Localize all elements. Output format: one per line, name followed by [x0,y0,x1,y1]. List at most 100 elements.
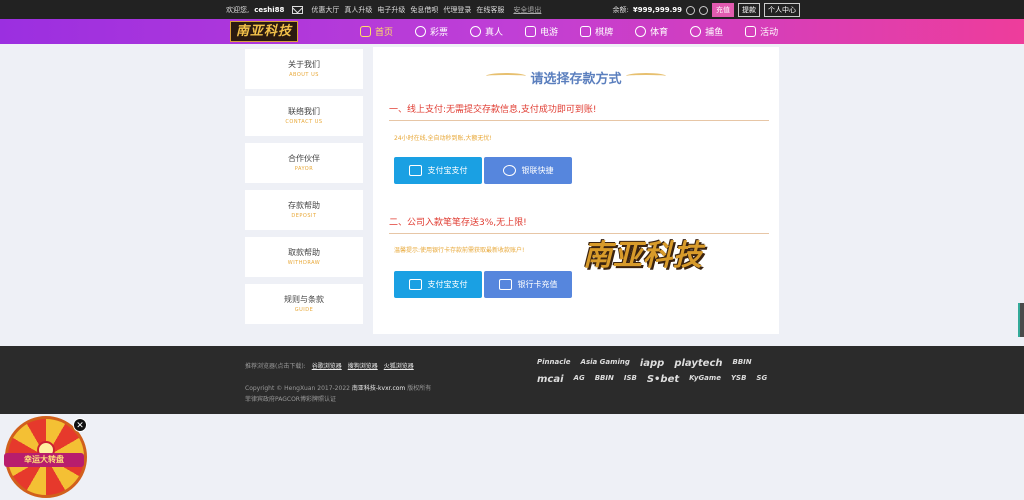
lucky-wheel-label[interactable]: 幸运大转盘 [4,453,84,467]
refresh-icon[interactable] [686,5,695,15]
nav-home[interactable]: 首页 [360,25,393,38]
unionpay-icon [502,165,516,176]
button-label: 银联快捷 [521,166,554,175]
gift-icon [745,26,757,37]
username: ceshi88 [254,6,285,14]
partner-logo: SG [756,374,768,382]
partner-logo: BBIN [732,358,752,366]
site-logo[interactable]: 南亚科技 [230,21,298,42]
sidebar-item-sublabel: GUIDE [294,307,314,313]
browser-link-sogou[interactable]: 搜狗浏览器 [348,361,378,370]
fish-icon [690,26,702,37]
nav-live[interactable]: 真人 [470,25,503,38]
partner-logo: BBIN [594,374,614,382]
close-icon[interactable]: ✕ [73,418,87,432]
partner-logo: S•bet [646,374,680,385]
topbar-link-agent-login[interactable]: 代理登录 [443,5,471,15]
topbar-link-promotions[interactable]: 优惠大厅 [311,5,339,15]
rights-text: 版权所有 [407,385,432,392]
withdraw-button[interactable]: 提款 [738,3,760,17]
main-nav: 南亚科技 首页 彩票 真人 电游 棋牌 体育 捕鱼 活动 [0,19,1024,44]
nav-label: 捕鱼 [705,28,724,38]
alipay-icon [408,279,422,290]
home-icon [360,26,371,37]
eye-icon[interactable] [699,5,708,15]
online-payment-tip: 24小时在线,全自动秒到账,大额无忧! [394,135,492,142]
nav-label: 体育 [650,28,669,38]
browser-link-firefox[interactable]: 火狐浏览器 [384,361,414,370]
sidebar-item-label: 存款帮助 [288,201,320,210]
alipay-button[interactable]: 支付宝支付 [394,157,482,184]
logout-link[interactable]: 安全退出 [513,5,541,15]
page-title: 请选择存款方式 [530,72,622,87]
sidebar-item-sublabel: CONTACT US [285,119,323,125]
nav-fishing[interactable]: 捕鱼 [690,25,723,38]
gamepad-icon [525,26,537,37]
lottery-icon [415,26,427,37]
sidebar-item-withdraw-help[interactable]: 取款帮助 WITHDRAW [245,237,363,277]
nav-promotions[interactable]: 活动 [745,25,778,38]
bank-card-icon [498,279,512,290]
sidebar-item-label: 取款帮助 [288,248,320,257]
partner-logo: iapp [639,358,665,369]
cards-icon [580,26,592,37]
sidebar-item-deposit-help[interactable]: 存款帮助 DEPOSIT [245,190,363,230]
partner-logo: ISB [623,374,637,382]
partner-logo: mcai [537,374,564,385]
sidebar-item-label: 联络我们 [288,107,320,116]
nav-sports[interactable]: 体育 [635,25,668,38]
sidebar-item-rules[interactable]: 规则与条款 GUIDE [245,284,363,324]
topbar-link-support[interactable]: 在线客服 [476,5,504,15]
alipay-company-button[interactable]: 支付宝支付 [394,271,482,298]
section-company-deposit: 二、公司入款笔笔存送3%,无上限! [389,215,769,234]
button-label: 支付宝支付 [427,166,468,175]
help-sidebar: 关于我们 ABOUT US 联络我们 CONTACT US 合作伙伴 PAYOR 存款… [245,49,363,331]
nav-label: 电游 [540,28,559,38]
partner-logo: playtech [674,358,723,369]
nav-slots[interactable]: 电游 [525,25,558,38]
profile-button[interactable]: 个人中心 [764,3,800,17]
sidebar-item-partners[interactable]: 合作伙伴 PAYOR [245,143,363,183]
partner-logo: KyGame [689,374,721,382]
topbar-link-live-upgrade[interactable]: 真人升级 [344,5,372,15]
button-label: 支付宝支付 [427,280,468,289]
partner-logos: Pinnacle Asia Gaming iapp playtech BBIN … [537,358,777,385]
top-bar: 欢迎您, ceshi88 优惠大厅 真人升级 电子升级 免息借呗 代理登录 在线… [0,0,1024,19]
company-deposit-tip: 温馨提示:使用银行卡存款前需获取最新收款账户! [394,247,525,254]
nav-label: 彩票 [430,28,449,38]
title-ornament-right [626,73,666,79]
bank-card-button[interactable]: 银行卡充值 [484,271,572,298]
copyright-link[interactable]: 南亚科技-kvxr.com [352,385,405,392]
nav-lottery[interactable]: 彩票 [415,25,448,38]
sidebar-item-sublabel: DEPOSIT [291,213,317,219]
nav-label: 棋牌 [595,28,614,38]
watermark-logo: 南亚科技 [582,238,703,272]
browser-link-chrome[interactable]: 谷歌浏览器 [312,361,342,370]
sidebar-item-sublabel: PAYOR [294,166,314,172]
topbar-link-loan[interactable]: 免息借呗 [410,5,438,15]
partner-logo: Pinnacle [537,358,571,366]
partner-logo: YSB [730,374,747,382]
sidebar-item-sublabel: WITHDRAW [287,260,321,266]
balance-value: ¥999,999.99 [632,6,682,14]
nav-cards[interactable]: 棋牌 [580,25,613,38]
deposit-panel: 请选择存款方式 一、线上支付:无需提交存款信息,支付成功即可到账! 24小时在线… [373,47,779,334]
sidebar-item-contact[interactable]: 联络我们 CONTACT US [245,96,363,136]
balance-label: 余额: [612,6,629,14]
topbar-link-slot-upgrade[interactable]: 电子升级 [377,5,405,15]
unionpay-quick-button[interactable]: 银联快捷 [484,157,572,184]
greeting-text: 欢迎您, [226,6,250,14]
sidebar-item-sublabel: ABOUT US [289,72,319,78]
nav-label: 真人 [485,28,504,38]
mail-icon[interactable] [292,6,304,14]
side-widget-tab[interactable] [1018,303,1024,337]
license-text: 菲律宾政府PAGCOR博彩牌照认证 [245,396,336,403]
alipay-icon [408,165,422,176]
live-icon [470,26,482,37]
sidebar-item-label: 合作伙伴 [288,154,320,163]
sidebar-item-label: 关于我们 [288,60,320,69]
copyright-text: Copyright © HengXuan 2017-2022 [245,385,350,392]
sidebar-item-about[interactable]: 关于我们 ABOUT US [245,49,363,89]
deposit-button[interactable]: 充值 [712,3,734,17]
footer: 推荐浏览器(点击下载): 谷歌浏览器 搜狗浏览器 火狐浏览器 Copyright… [0,346,1024,414]
